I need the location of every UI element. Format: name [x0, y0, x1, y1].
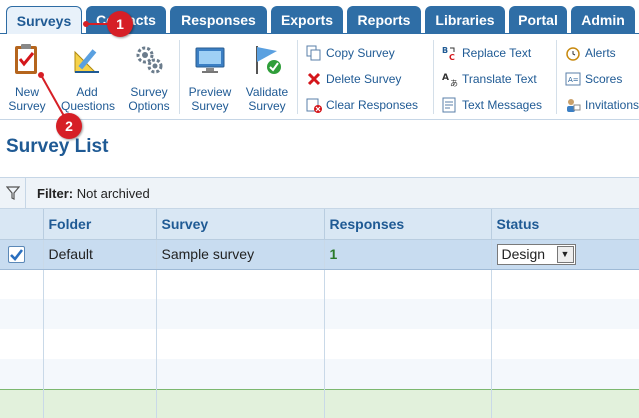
callout-badge: 2 [56, 113, 82, 139]
callout-badge: 1 [107, 11, 133, 37]
callout-connectors [38, 21, 112, 117]
